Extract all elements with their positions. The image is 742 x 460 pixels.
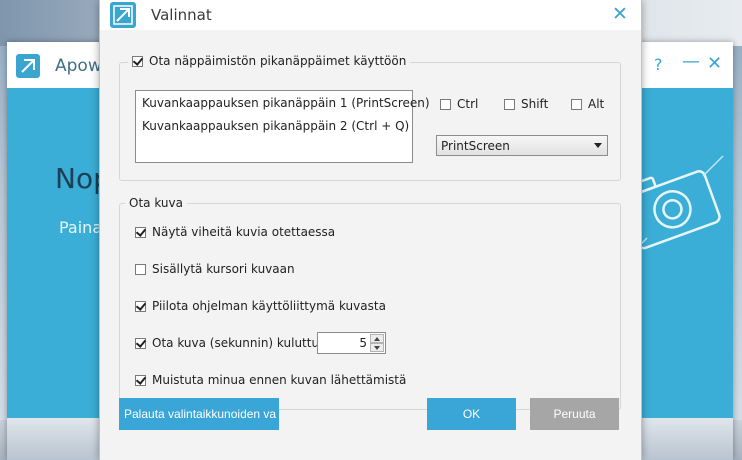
minimize-icon[interactable]: — bbox=[682, 51, 700, 72]
show-preview-checkbox[interactable]: Näytä viheitä kuvia otettaessa bbox=[135, 225, 335, 239]
checkbox-box[interactable] bbox=[504, 98, 515, 110]
capture-group-legend: Ota kuva bbox=[125, 196, 187, 210]
option-label: Ota kuva (sekunnin) kuluttua bbox=[152, 336, 327, 350]
checkbox-box[interactable] bbox=[135, 263, 146, 275]
dialog-body: Ota näppäimistön pikanäppäimet käyttöön … bbox=[100, 30, 641, 460]
hotkey-list-item[interactable]: Kuvankaappauksen pikanäppäin 1 (PrintScr… bbox=[142, 96, 430, 110]
ok-button[interactable]: OK bbox=[427, 398, 516, 430]
dialog-title: Valinnat bbox=[151, 6, 212, 24]
option-label: Sisällytä kursori kuvaan bbox=[152, 262, 295, 276]
delay-seconds-stepper[interactable]: 5 bbox=[317, 332, 386, 354]
checkbox-box[interactable] bbox=[132, 55, 143, 67]
remind-before-send-checkbox[interactable]: Muistuta minua ennen kuvan lähettämistä bbox=[135, 373, 406, 387]
cancel-button[interactable]: Peruuta bbox=[530, 398, 619, 430]
checkbox-box[interactable] bbox=[135, 374, 146, 386]
app-logo-icon bbox=[16, 54, 40, 78]
ctrl-label: Ctrl bbox=[457, 97, 479, 111]
hotkey-list-item[interactable]: Kuvankaappauksen pikanäppäin 2 (Ctrl + Q… bbox=[142, 119, 409, 133]
dialog-titlebar: Valinnat ✕ bbox=[100, 0, 641, 30]
include-cursor-checkbox[interactable]: Sisällytä kursori kuvaan bbox=[135, 262, 295, 276]
dialog-close-icon[interactable]: ✕ bbox=[612, 3, 628, 25]
hide-ui-checkbox[interactable]: Piilota ohjelman käyttöliittymä kuvasta bbox=[135, 299, 386, 313]
options-dialog: Valinnat ✕ Ota näppäimistön pikanäppäime… bbox=[99, 0, 642, 460]
checkbox-box[interactable] bbox=[440, 98, 451, 110]
close-icon[interactable]: ✕ bbox=[707, 53, 722, 74]
enable-hotkeys-label: Ota näppäimistön pikanäppäimet käyttöön bbox=[149, 54, 407, 68]
delay-seconds-value[interactable]: 5 bbox=[322, 336, 367, 350]
app-logo-icon bbox=[110, 2, 136, 28]
checkbox-box[interactable] bbox=[135, 337, 146, 349]
dropdown-arrow-icon[interactable] bbox=[594, 143, 602, 148]
ctrl-modifier-checkbox[interactable]: Ctrl bbox=[440, 97, 478, 111]
stepper-down-icon[interactable] bbox=[370, 343, 384, 352]
shift-modifier-checkbox[interactable]: Shift bbox=[504, 97, 548, 111]
checkbox-box[interactable] bbox=[135, 226, 146, 238]
alt-label: Alt bbox=[588, 97, 605, 111]
checkbox-box[interactable] bbox=[135, 300, 146, 312]
enable-hotkeys-checkbox[interactable]: Ota näppäimistön pikanäppäimet käyttöön bbox=[128, 54, 411, 68]
alt-modifier-checkbox[interactable]: Alt bbox=[571, 97, 604, 111]
help-icon[interactable]: ? bbox=[654, 55, 663, 74]
hotkey-key-select[interactable]: PrintScreen bbox=[436, 135, 608, 156]
shift-label: Shift bbox=[521, 97, 549, 111]
hero-subtitle: Paina bbox=[59, 218, 103, 237]
reset-dialogs-button[interactable]: Palauta valintaikkunoiden va bbox=[119, 398, 279, 430]
hotkey-key-value: PrintScreen bbox=[441, 139, 510, 153]
stepper-up-icon[interactable] bbox=[370, 334, 384, 343]
option-label: Näytä viheitä kuvia otettaessa bbox=[152, 225, 336, 239]
delay-capture-checkbox[interactable]: Ota kuva (sekunnin) kuluttua bbox=[135, 336, 326, 350]
option-label: Piilota ohjelman käyttöliittymä kuvasta bbox=[152, 299, 386, 313]
checkbox-box[interactable] bbox=[571, 98, 582, 110]
option-label: Muistuta minua ennen kuvan lähettämistä bbox=[152, 373, 407, 387]
hotkey-list[interactable]: Kuvankaappauksen pikanäppäin 1 (PrintScr… bbox=[135, 90, 430, 163]
